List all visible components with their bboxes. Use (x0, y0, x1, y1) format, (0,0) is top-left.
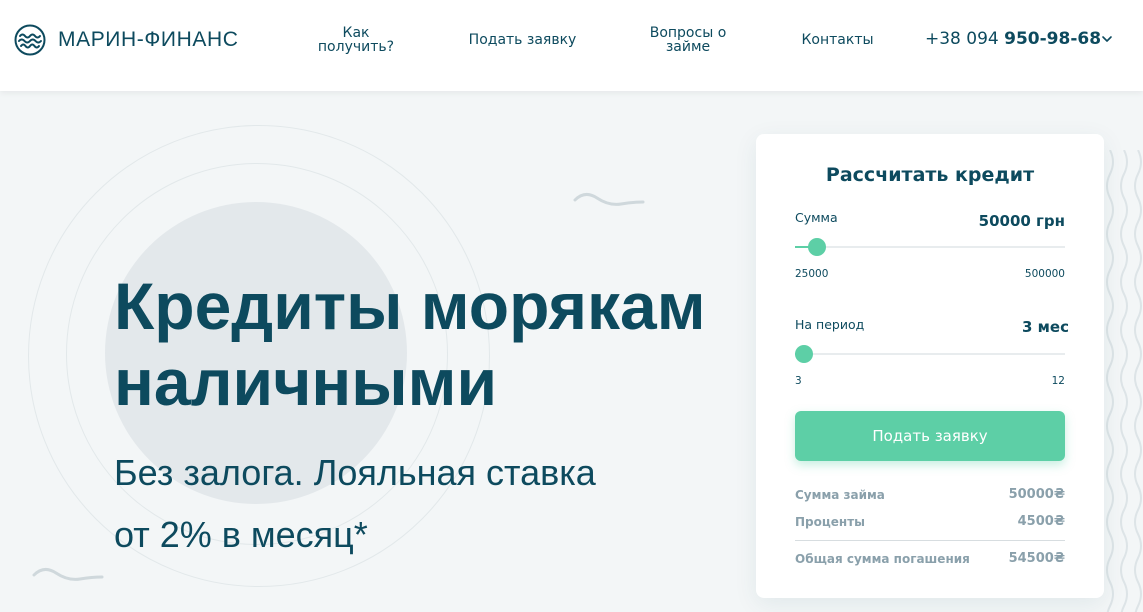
period-value: 3 мес (1022, 318, 1069, 336)
sum-slider-handle[interactable] (808, 238, 826, 256)
summary-total-label: Общая сумма погашения (795, 552, 970, 566)
decor-wave-pattern (1106, 150, 1142, 612)
nav-label: получить? (317, 39, 395, 55)
sum-label: Сумма (795, 210, 838, 225)
phone-number[interactable]: +38 094 950-98-68 (925, 29, 1101, 49)
phone-main: 950-98-68 (1004, 29, 1102, 49)
period-slider-handle[interactable] (795, 345, 813, 363)
credit-calculator: Рассчитать кредит Сумма 50000 грн 25000 … (756, 134, 1104, 598)
submit-application-button[interactable]: Подать заявку (795, 411, 1065, 461)
decor-wave-icon (32, 568, 104, 581)
summary-total-value: 54500₴ (1008, 551, 1065, 566)
calculator-title: Рассчитать кредит (825, 164, 1035, 186)
sum-slider[interactable] (795, 238, 1065, 256)
sum-value: 50000 грн (978, 212, 1065, 230)
summary-interest-value: 4500₴ (1017, 514, 1065, 529)
hero-title-line: Кредиты морякам (114, 269, 706, 343)
nav-label: Подать заявку (468, 32, 577, 48)
nav-label: Контакты (801, 32, 874, 48)
header: МАРИН-ФИНАНС Как получить? Подать заявку… (0, 0, 1143, 91)
nav-label: Как (342, 25, 370, 41)
summary-divider (795, 540, 1065, 541)
nav-apply[interactable]: Подать заявку (460, 33, 585, 47)
period-max-label: 12 (1051, 375, 1065, 387)
logo[interactable]: МАРИН-ФИНАНС (14, 24, 239, 56)
nav-faq[interactable]: Вопросы о займе (633, 26, 743, 54)
period-min-label: 3 (795, 375, 802, 387)
sum-max-label: 500000 (1024, 268, 1065, 280)
summary-loan-label: Сумма займа (795, 488, 885, 502)
logo-text: МАРИН-ФИНАНС (58, 28, 239, 51)
summary-interest-label: Проценты (795, 515, 866, 529)
hero-subtitle-line: Без залога. Лояльная ставка (114, 452, 596, 493)
nav-label: Вопросы о (649, 25, 727, 41)
period-slider[interactable] (795, 345, 1065, 363)
hero-title-line: наличными (114, 345, 498, 419)
period-label: На период (795, 317, 865, 332)
chevron-down-icon[interactable] (1100, 32, 1114, 46)
phone-prefix: +38 094 (925, 29, 999, 49)
nav-label: займе (665, 39, 711, 55)
decor-wave-icon (573, 193, 645, 206)
nav-contacts[interactable]: Контакты (795, 33, 880, 47)
hero-title: Кредиты морякам наличными (114, 268, 706, 420)
sum-min-label: 25000 (795, 268, 829, 280)
nav-how-to-get[interactable]: Как получить? (306, 26, 406, 54)
hero-subtitle: Без залога. Лояльная ставка от 2% в меся… (114, 442, 596, 566)
hero-subtitle-line: от 2% в месяц* (114, 514, 368, 555)
summary-loan-value: 50000₴ (1008, 487, 1065, 502)
waves-logo-icon (14, 24, 46, 56)
